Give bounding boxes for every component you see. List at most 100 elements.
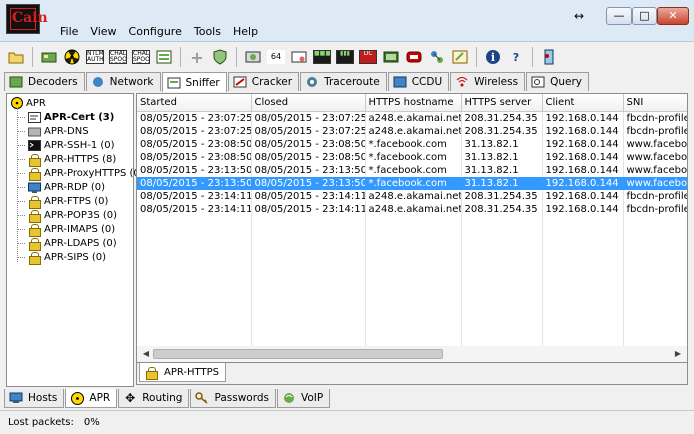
certificate-icon[interactable] [289, 47, 309, 67]
open-icon[interactable] [6, 47, 26, 67]
tree-item-apr-ssh1[interactable]: APR-SSH-1 (0) [17, 138, 115, 152]
shield-icon[interactable] [210, 47, 230, 67]
graph-icon[interactable] [427, 47, 447, 67]
tree-item-apr-imaps[interactable]: APR-IMAPS (0) [17, 222, 115, 237]
info-icon[interactable]: i [483, 47, 503, 67]
column-header-sni[interactable]: SNI [623, 94, 687, 112]
close-button[interactable]: ✕ [657, 7, 689, 25]
menu-configure[interactable]: Configure [123, 24, 188, 40]
tree-item-apr-proxyhttps[interactable]: APR-ProxyHTTPS (0) [17, 166, 144, 181]
table-row[interactable]: 08/05/2015 - 23:08:50 08/05/2015 - 23:08:… [137, 137, 687, 151]
base64-icon[interactable]: 64 [266, 47, 286, 67]
challenge-spoof-ntlm-icon[interactable]: CHALL SPOOF NTLM [131, 47, 151, 67]
apr-tree: APR APR-Cert (3) APR-DNS APR-SSH-1 (0) A… [6, 93, 144, 387]
tab-apr[interactable]: APR [65, 389, 118, 408]
empty-cell [137, 215, 252, 229]
tab-traceroute[interactable]: Traceroute [300, 72, 387, 91]
column-header-started[interactable]: Started [137, 94, 252, 112]
menu-help[interactable]: Help [227, 24, 264, 40]
empty-cell [137, 319, 252, 333]
table-cell: 08/05/2015 - 23:08:50 [251, 137, 366, 151]
table-row[interactable]: 08/05/2015 - 23:14:11 08/05/2015 - 23:14:… [137, 189, 687, 203]
radioactive-icon[interactable] [62, 47, 82, 67]
tab-wireless[interactable]: Wireless [450, 72, 526, 91]
network-card-icon[interactable] [39, 47, 59, 67]
empty-cell [137, 280, 252, 294]
empty-cell [137, 267, 252, 281]
table-row[interactable]: 08/05/2015 - 23:13:50 08/05/2015 - 23:13:… [137, 176, 687, 190]
table-row[interactable]: 08/05/2015 - 23:07:25 08/05/2015 - 23:07:… [137, 124, 687, 138]
table-cell: 192.168.0.144 [542, 176, 624, 190]
add-icon[interactable]: + [187, 47, 207, 67]
tab-label: Cracker [251, 76, 293, 88]
empty-row [137, 332, 687, 346]
tree-item-apr-dns[interactable]: APR-DNS [17, 124, 89, 138]
tab-routing[interactable]: ✥ Routing [118, 389, 190, 408]
toolbar-separator [476, 47, 477, 67]
empty-cell [623, 293, 687, 307]
challenge-spoof-reset-icon[interactable]: CHALL SPOOF RESET [108, 47, 128, 67]
tab-label: Sniffer [185, 76, 220, 89]
rdp-icon[interactable]: DC [358, 47, 378, 67]
minimize-button[interactable]: — [606, 7, 632, 25]
tab-ccdu[interactable]: CCDU [387, 72, 450, 91]
empty-cell [623, 215, 687, 229]
terminal-icon[interactable] [381, 47, 401, 67]
exit-icon[interactable] [539, 47, 559, 67]
scroll-right-icon[interactable]: ▶ [671, 348, 685, 360]
export-icon[interactable] [154, 47, 174, 67]
edit-icon[interactable] [450, 47, 470, 67]
tab-decoders[interactable]: Decoders [4, 72, 85, 91]
tab-sniffer[interactable]: Sniffer [161, 72, 227, 92]
tab-network[interactable]: Network [85, 72, 161, 91]
svg-text:i: i [491, 51, 495, 64]
rdp-icon [27, 181, 41, 193]
lsa-secrets-icon[interactable]: ■■■ [312, 47, 332, 67]
menu-tools[interactable]: Tools [188, 24, 227, 40]
tree-item-apr-ldaps[interactable]: APR-LDAPS (0) [17, 236, 117, 251]
empty-cell [251, 228, 366, 242]
tree-item-apr-cert[interactable]: APR-Cert (3) [17, 110, 114, 124]
table-row[interactable]: 08/05/2015 - 23:13:50 08/05/2015 - 23:13:… [137, 163, 687, 177]
help-icon[interactable]: ? [506, 47, 526, 67]
tab-query[interactable]: Query [526, 72, 589, 91]
horizontal-scrollbar[interactable]: ◀ ▶ [136, 346, 688, 363]
table-cell: 08/05/2015 - 23:14:11 [251, 189, 366, 203]
empty-row [137, 254, 687, 268]
maximize-button[interactable]: □ [632, 7, 657, 25]
tree-item-apr-https[interactable]: APR-HTTPS (8) [17, 152, 116, 167]
empty-cell [251, 319, 366, 333]
toolbar-separator [236, 47, 237, 67]
tab-hosts[interactable]: Hosts [4, 389, 65, 408]
ccdu-icon [393, 75, 407, 89]
wireless-icon[interactable]: ▮▮▮ [335, 47, 355, 67]
subtab-apr-https[interactable]: APR-HTTPS [139, 363, 226, 382]
lock-icon [27, 237, 41, 251]
tab-passwords[interactable]: Passwords [190, 389, 276, 408]
tree-item-apr-rdp[interactable]: APR-RDP (0) [17, 180, 105, 194]
menu-file[interactable]: File [54, 24, 84, 40]
tree-item-apr-sips[interactable]: APR-SIPS (0) [17, 250, 106, 265]
scroll-thumb[interactable] [153, 349, 443, 359]
database-icon[interactable] [243, 47, 263, 67]
tree-item-apr-pop3s[interactable]: APR-POP3S (0) [17, 208, 117, 223]
table-row[interactable]: 08/05/2015 - 23:14:11 08/05/2015 - 23:14:… [137, 202, 687, 216]
hosts-icon [9, 391, 23, 405]
column-header-https-hostname[interactable]: HTTPS hostname [365, 94, 462, 112]
table-cell: 08/05/2015 - 23:13:50 [137, 176, 252, 190]
tab-cracker[interactable]: Cracker [227, 72, 300, 91]
table-row[interactable]: 08/05/2015 - 23:07:25 08/05/2015 - 23:07:… [137, 111, 687, 125]
scroll-left-icon[interactable]: ◀ [139, 348, 153, 360]
tab-voip[interactable]: VoIP [276, 389, 331, 408]
tree-item-apr-ftps[interactable]: APR-FTPS (0) [17, 194, 108, 209]
empty-cell [251, 280, 366, 294]
voip-icon[interactable] [404, 47, 424, 67]
menu-view[interactable]: View [84, 24, 122, 40]
column-header-client[interactable]: Client [542, 94, 624, 112]
column-header-https-server[interactable]: HTTPS server [461, 94, 543, 112]
table-row[interactable]: 08/05/2015 - 23:08:50 08/05/2015 - 23:08:… [137, 150, 687, 164]
ntlm-auth-icon[interactable]: NTLM AUTH [85, 47, 105, 67]
empty-cell [251, 267, 366, 281]
column-header-closed[interactable]: Closed [251, 94, 366, 112]
table-cell: 08/05/2015 - 23:14:11 [137, 202, 252, 216]
